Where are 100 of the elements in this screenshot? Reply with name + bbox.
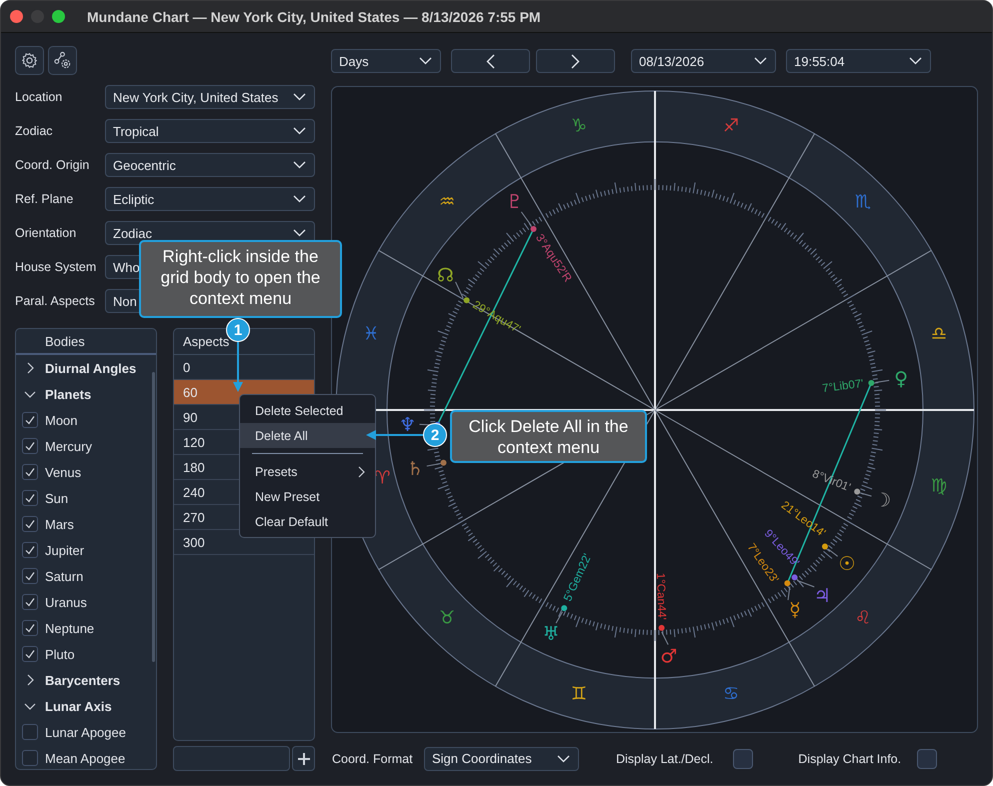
checkmark-icon xyxy=(24,544,36,556)
checkbox[interactable] xyxy=(22,490,38,506)
zodiac-sign-glyph: ♊ xyxy=(570,683,587,704)
dropdown[interactable]: Geocentric xyxy=(105,153,315,177)
add-button[interactable] xyxy=(292,746,315,771)
leader-line xyxy=(556,611,563,624)
planet-glyph: ♆ xyxy=(398,414,416,436)
coord-format-dropdown[interactable]: Sign Coordinates xyxy=(424,746,579,770)
position-label: 7°Lib07' xyxy=(822,378,864,396)
zodiac-sign-glyph: ♋ xyxy=(723,683,740,704)
planet-glyph: ☉ xyxy=(838,552,856,575)
checkmark-icon xyxy=(24,648,36,660)
planet-glyph: ♄ xyxy=(406,458,424,480)
checkbox[interactable] xyxy=(22,412,38,428)
checkmark-icon xyxy=(24,596,36,608)
checkbox[interactable] xyxy=(22,646,38,662)
field-label: House System xyxy=(15,260,98,274)
chevron-down-icon xyxy=(293,93,306,101)
field-label: Ref. Plane xyxy=(15,192,74,206)
chevron-down-icon xyxy=(293,127,306,135)
scrollbar[interactable] xyxy=(152,372,155,662)
zoom-button[interactable] xyxy=(52,10,65,23)
field-label: Coord. Origin xyxy=(15,158,90,172)
tree-item-row[interactable]: Lunar Apogee xyxy=(16,719,154,745)
menu-item[interactable]: Delete All xyxy=(240,423,375,448)
tree-item-row[interactable]: Mean Apogee xyxy=(16,745,154,769)
zodiac-sign-glyph: ♑ xyxy=(570,116,587,137)
chevron-down-icon xyxy=(557,754,570,762)
checkbox[interactable] xyxy=(22,568,38,584)
checkbox[interactable] xyxy=(22,750,38,766)
chevron-down-icon xyxy=(909,57,922,65)
checkbox[interactable] xyxy=(733,748,754,768)
zodiac-sign-glyph: ♓ xyxy=(362,323,380,344)
checkbox[interactable] xyxy=(22,724,38,740)
input-field[interactable] xyxy=(173,746,290,771)
checkmark-icon xyxy=(24,492,36,504)
tree-item-row[interactable]: Pluto xyxy=(16,641,154,667)
date-picker[interactable]: 08/13/2026 xyxy=(631,49,776,73)
checkmark-icon xyxy=(24,570,36,582)
time-picker[interactable]: 19:55:04 xyxy=(786,49,931,73)
tree-item-row[interactable]: Neptune xyxy=(16,615,154,641)
dropdown[interactable]: Ecliptic xyxy=(105,187,315,211)
planet-glyph: ☽ xyxy=(874,490,892,512)
chevron-left-icon xyxy=(486,54,495,68)
checkbox[interactable] xyxy=(22,438,38,454)
dropdown[interactable]: New York City, United States xyxy=(105,85,315,109)
tree-group-row[interactable]: Lunar Axis xyxy=(16,693,154,719)
tree-item-row[interactable]: Saturn xyxy=(16,563,154,589)
leader-line xyxy=(828,548,838,557)
field-label: Paral. Aspects xyxy=(15,294,96,308)
menu-item[interactable]: Presets xyxy=(240,459,375,484)
leader-line xyxy=(788,586,790,601)
checkbox[interactable] xyxy=(22,542,38,558)
tree-group-row[interactable]: Diurnal Angles xyxy=(16,355,154,381)
checkmark-icon xyxy=(24,414,36,426)
tree-group-row[interactable]: Planets xyxy=(16,381,154,407)
chevron-right-icon xyxy=(358,466,365,478)
checkmark-icon xyxy=(24,518,36,530)
planet-glyph: ♇ xyxy=(506,190,524,213)
leader-line xyxy=(874,380,890,383)
window-title: Mundane Chart — New York City, United States — 8/13/2026 7:55 PM xyxy=(87,8,541,24)
tree-group-row[interactable]: Barycenters xyxy=(16,667,154,693)
settings-button[interactable] xyxy=(15,46,44,75)
zodiac-sign-glyph: ♒ xyxy=(439,192,456,213)
leader-line xyxy=(426,463,440,467)
field-label: Coord. Format xyxy=(332,752,414,766)
pointer-arrow xyxy=(232,342,244,393)
field-label: Location xyxy=(15,90,64,104)
period-dropdown[interactable]: Days xyxy=(331,49,441,73)
planet-glyph: ☊ xyxy=(437,264,454,286)
chevron-down-icon xyxy=(754,57,767,65)
zodiac-sign-glyph: ♍ xyxy=(930,476,948,497)
settings-icon xyxy=(21,52,38,69)
tree-item-row[interactable]: Mercury xyxy=(16,433,154,459)
tree-item-row[interactable]: Moon xyxy=(16,407,154,433)
close-button[interactable] xyxy=(10,10,23,23)
planet-glyph: ♃ xyxy=(814,584,831,607)
checkmark-icon xyxy=(24,622,36,634)
checkbox[interactable] xyxy=(22,464,38,480)
planet-glyph: ♅ xyxy=(542,623,560,646)
checkbox[interactable] xyxy=(22,620,38,636)
tree-item-row[interactable]: Mars xyxy=(16,511,154,537)
leader-line xyxy=(796,580,815,588)
tree-item-row[interactable]: Sun xyxy=(16,485,154,511)
checkbox[interactable] xyxy=(22,594,38,610)
instruction-tooltip: Click Delete All in the context menu xyxy=(450,410,647,463)
chevron-down-icon xyxy=(419,57,432,65)
checkbox[interactable] xyxy=(917,748,938,768)
dropdown[interactable]: Tropical xyxy=(105,119,315,143)
zodiac-sign-glyph: ♌ xyxy=(854,607,871,628)
network-settings-button[interactable] xyxy=(48,46,77,75)
tree-item-row[interactable]: Venus xyxy=(16,459,154,485)
menu-item[interactable]: New Preset xyxy=(240,484,375,509)
checkbox[interactable] xyxy=(22,516,38,532)
planet-glyph: ☿ xyxy=(789,598,801,621)
tree-item-row[interactable]: Jupiter xyxy=(16,537,154,563)
chevron-down-icon xyxy=(293,195,306,203)
tree-item-row[interactable]: Uranus xyxy=(16,589,154,615)
zodiac-sign-glyph: ♏ xyxy=(854,192,871,213)
plus-icon xyxy=(296,752,310,766)
